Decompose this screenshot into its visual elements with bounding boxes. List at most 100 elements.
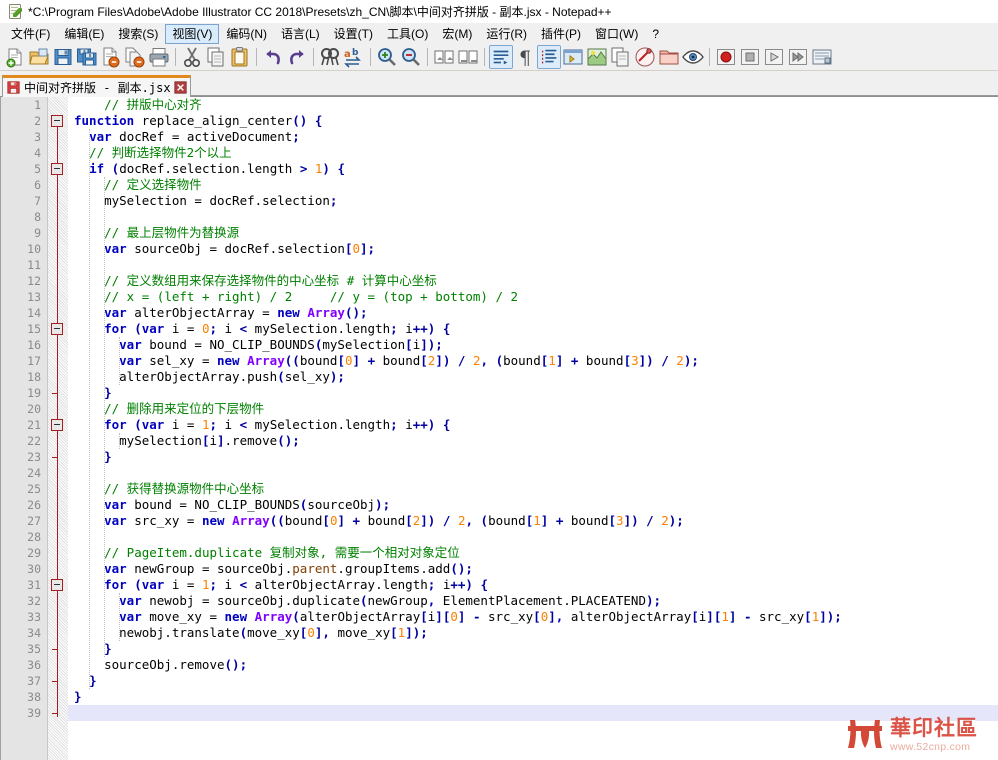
open-file-icon[interactable] (27, 45, 51, 69)
code-line[interactable]: // 定义选择物件 (68, 177, 998, 193)
code-line[interactable] (68, 705, 998, 721)
menu-item-plugins[interactable]: 插件(P) (534, 24, 588, 44)
fold-toggle-button[interactable] (51, 115, 63, 127)
code-line[interactable]: } (68, 385, 998, 401)
menu-item-run[interactable]: 运行(R) (479, 24, 534, 44)
menu-item-search[interactable]: 搜索(S) (111, 24, 165, 44)
copy-icon[interactable] (204, 45, 228, 69)
code-line[interactable]: // 拼版中心对齐 (68, 97, 998, 113)
code-line[interactable]: var docRef = activeDocument; (68, 129, 998, 145)
code-folding-margin[interactable] (48, 97, 68, 760)
fold-toggle-button[interactable] (51, 419, 63, 431)
cut-icon[interactable] (180, 45, 204, 69)
find-icon[interactable] (318, 45, 342, 69)
code-line[interactable]: for (var i = 1; i < alterObjectArray.len… (68, 577, 998, 593)
code-line[interactable]: var bound = NO_CLIP_BOUNDS(sourceObj); (68, 497, 998, 513)
menu-item-settings[interactable]: 设置(T) (327, 24, 380, 44)
close-tab-icon[interactable] (173, 81, 187, 94)
code-line[interactable] (68, 209, 998, 225)
save-icon[interactable] (51, 45, 75, 69)
close-file-icon[interactable] (99, 45, 123, 69)
menu-item-macro[interactable]: 宏(M) (435, 24, 479, 44)
stop-record-macro-icon[interactable] (738, 45, 762, 69)
monitoring-icon[interactable] (681, 45, 705, 69)
play-macro-icon[interactable] (762, 45, 786, 69)
folder-as-workspace-icon[interactable] (657, 45, 681, 69)
code-line[interactable]: // 判断选择物件2个以上 (68, 145, 998, 161)
code-line[interactable]: } (68, 689, 998, 705)
code-line[interactable]: var bound = NO_CLIP_BOUNDS(mySelection[i… (68, 337, 998, 353)
code-area[interactable]: // 拼版中心对齐 function replace_align_center()… (68, 97, 998, 760)
code-line[interactable]: // x = (left + right) / 2 // y = (top + … (68, 289, 998, 305)
code-line[interactable]: } (68, 641, 998, 657)
sync-horizontal-scroll-icon[interactable] (456, 45, 480, 69)
code-line[interactable]: var newGroup = sourceObj.parent.groupIte… (68, 561, 998, 577)
show-document-map-icon[interactable] (585, 45, 609, 69)
menu-item-view[interactable]: 视图(V) (165, 23, 220, 44)
sync-vertical-scroll-icon[interactable] (432, 45, 456, 69)
code-line[interactable]: // 最上层物件为替换源 (68, 225, 998, 241)
indent-guideline-icon[interactable] (537, 45, 561, 69)
menu-item-file[interactable]: 文件(F) (4, 24, 57, 44)
code-line[interactable]: // 定义数组用来保存选择物件的中心坐标 # 计算中心坐标 (68, 273, 998, 289)
code-line[interactable]: var sourceObj = docRef.selection[0]; (68, 241, 998, 257)
code-line[interactable]: for (var i = 0; i < mySelection.length; … (68, 321, 998, 337)
code-line[interactable]: var newobj = sourceObj.duplicate(newGrou… (68, 593, 998, 609)
run-macro-multiple-icon[interactable] (786, 45, 810, 69)
code-editor[interactable]: 1 2 3 4 5 6 7 8 9 10 11 12 13 14 15 16 17 18 19 20 21 22 23 24 2… (0, 97, 998, 760)
line-number: 27 (27, 514, 41, 528)
code-line[interactable]: // 获得替换源物件中心坐标 (68, 481, 998, 497)
code-line[interactable]: // PageItem.duplicate 复制对象, 需要一个相对对象定位 (68, 545, 998, 561)
code-line[interactable]: newobj.translate(move_xy[0], move_xy[1])… (68, 625, 998, 641)
print-icon[interactable] (147, 45, 171, 69)
menu-bar[interactable]: 文件(F) 编辑(E) 搜索(S) 视图(V) 编码(N) 语言(L) 设置(T… (0, 23, 998, 44)
start-record-macro-icon[interactable] (714, 45, 738, 69)
code-line[interactable]: var move_xy = new Array(alterObjectArray… (68, 609, 998, 625)
toolbar[interactable]: a b ¶ (0, 44, 998, 71)
menu-item-tools[interactable]: 工具(O) (380, 24, 435, 44)
code-line[interactable] (68, 465, 998, 481)
save-all-icon[interactable] (75, 45, 99, 69)
code-line[interactable]: // 删除用来定位的下层物件 (68, 401, 998, 417)
tab-active-document[interactable]: 中间对齐拼版 - 副本.jsx (2, 75, 191, 97)
zoom-in-icon[interactable] (375, 45, 399, 69)
code-line[interactable]: var alterObjectArray = new Array(); (68, 305, 998, 321)
menu-item-edit[interactable]: 编辑(E) (57, 24, 111, 44)
show-all-characters-icon[interactable]: ¶ (513, 45, 537, 69)
fold-end-tick (52, 713, 58, 714)
new-file-icon[interactable] (3, 45, 27, 69)
code-line[interactable]: } (68, 449, 998, 465)
zoom-out-icon[interactable] (399, 45, 423, 69)
code-line[interactable]: function replace_align_center() { (68, 113, 998, 129)
notepad-plus-plus-icon (7, 3, 23, 19)
code-line[interactable] (68, 257, 998, 273)
code-line[interactable]: var src_xy = new Array((bound[0] + bound… (68, 513, 998, 529)
tab-bar[interactable]: 中间对齐拼版 - 副本.jsx (0, 71, 998, 97)
code-line[interactable]: mySelection[i].remove(); (68, 433, 998, 449)
menu-item-language[interactable]: 语言(L) (274, 24, 327, 44)
menu-item-encoding[interactable]: 编码(N) (219, 24, 274, 44)
menu-item-window[interactable]: 窗口(W) (588, 24, 645, 44)
code-line[interactable]: if (docRef.selection.length > 1) { (68, 161, 998, 177)
word-wrap-icon[interactable] (489, 45, 513, 69)
function-list-icon[interactable] (633, 45, 657, 69)
paste-icon[interactable] (228, 45, 252, 69)
fold-toggle-button[interactable] (51, 323, 63, 335)
menu-item-help[interactable]: ? (645, 24, 666, 44)
document-list-icon[interactable] (609, 45, 633, 69)
code-line[interactable] (68, 529, 998, 545)
fold-toggle-button[interactable] (51, 579, 63, 591)
close-all-files-icon[interactable] (123, 45, 147, 69)
save-macro-icon[interactable] (810, 45, 834, 69)
redo-icon[interactable] (285, 45, 309, 69)
code-line[interactable]: var sel_xy = new Array((bound[0] + bound… (68, 353, 998, 369)
replace-icon[interactable]: a b (342, 45, 366, 69)
code-line[interactable]: mySelection = docRef.selection; (68, 193, 998, 209)
undo-icon[interactable] (261, 45, 285, 69)
code-line[interactable]: sourceObj.remove(); (68, 657, 998, 673)
fold-toggle-button[interactable] (51, 163, 63, 175)
code-line[interactable]: } (68, 673, 998, 689)
code-line[interactable]: for (var i = 1; i < mySelection.length; … (68, 417, 998, 433)
user-defined-dialog-icon[interactable] (561, 45, 585, 69)
code-line[interactable]: alterObjectArray.push(sel_xy); (68, 369, 998, 385)
